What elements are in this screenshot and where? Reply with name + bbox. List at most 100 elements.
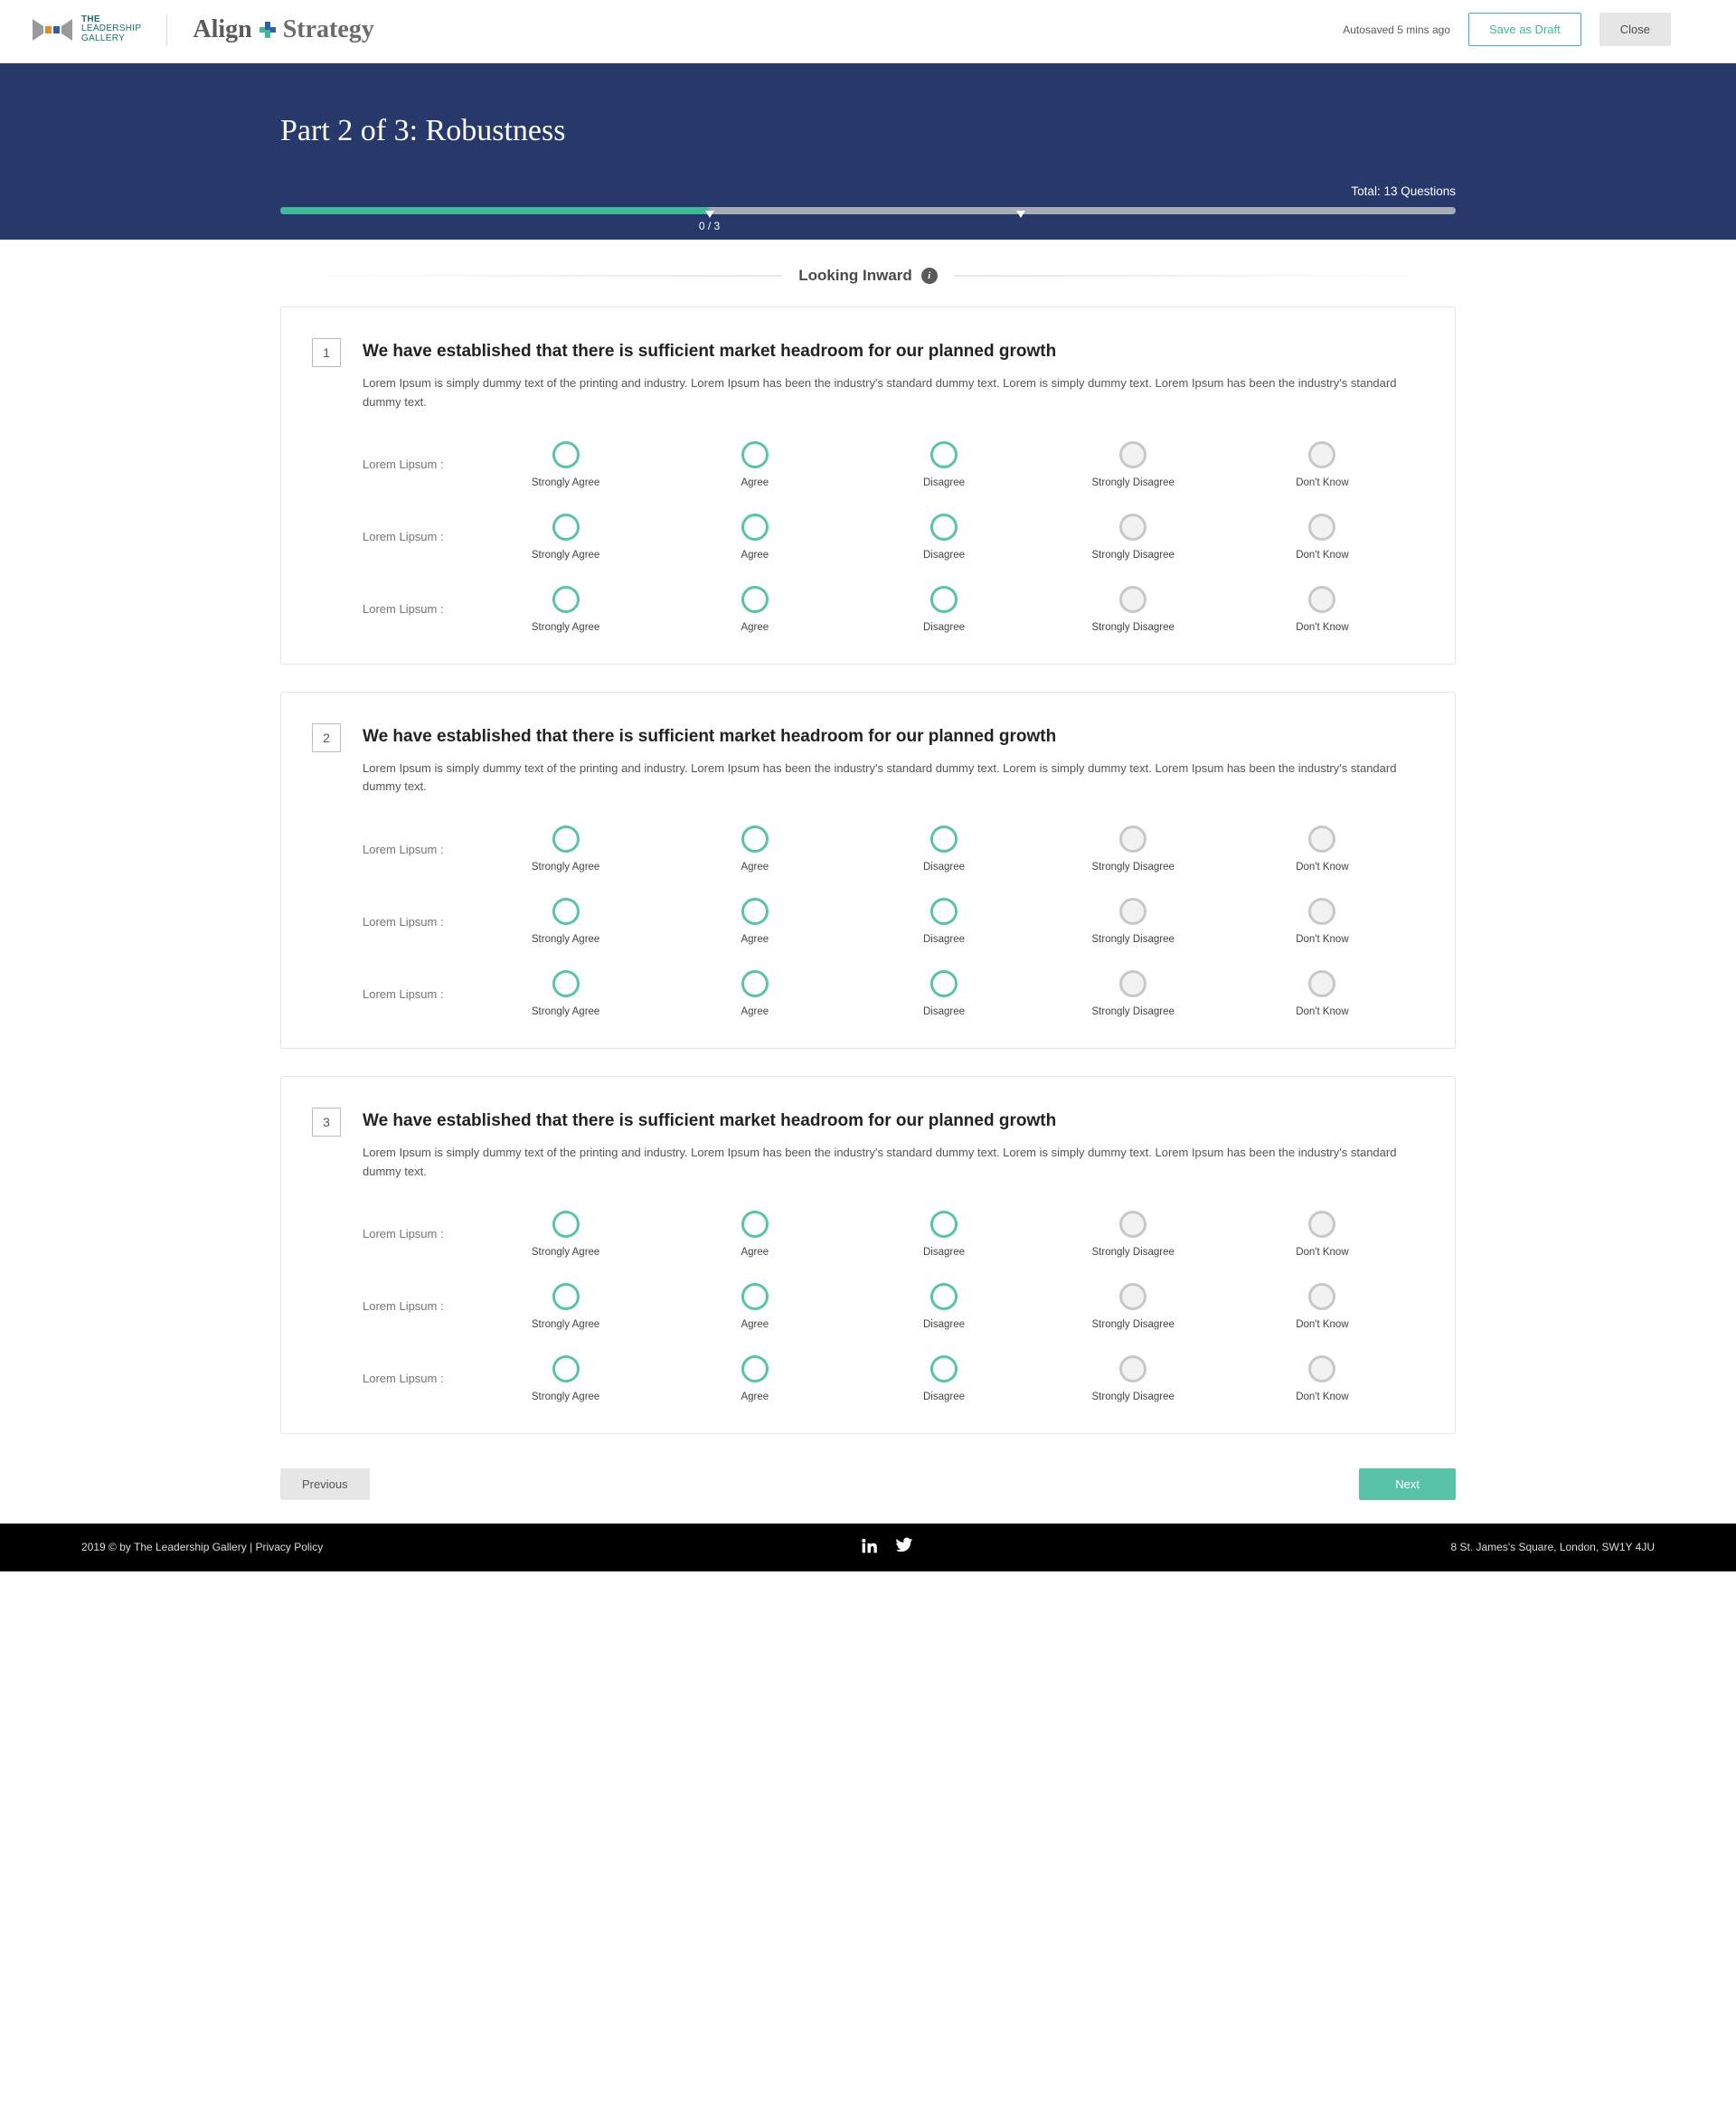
save-draft-button[interactable]: Save as Draft [1468, 13, 1581, 46]
question-card: 3We have established that there is suffi… [280, 1076, 1456, 1434]
radio-button[interactable] [552, 898, 580, 925]
radio-button[interactable] [930, 826, 958, 853]
option-label: Strongly Agree [471, 1247, 660, 1258]
radio-button[interactable] [1308, 514, 1335, 541]
radio-button[interactable] [1308, 1211, 1335, 1238]
progress-bar: 0 / 3 [280, 207, 1456, 214]
matrix-row: Lorem Lipsum :Strongly AgreeAgreeDisagre… [363, 586, 1417, 633]
option: Don't Know [1228, 586, 1417, 633]
radio-button[interactable] [1119, 441, 1146, 468]
top-bar: THE LEADERSHIP GALLERY Align Strategy Au… [0, 0, 1736, 63]
footer-social [861, 1536, 913, 1559]
option: Don't Know [1228, 1355, 1417, 1402]
radio-button[interactable] [930, 514, 958, 541]
radio-button[interactable] [741, 970, 769, 997]
radio-button[interactable] [741, 826, 769, 853]
section-label: Looking Inward [798, 267, 912, 285]
radio-button[interactable] [552, 586, 580, 613]
radio-button[interactable] [741, 898, 769, 925]
strategy-word: Strategy [283, 15, 374, 44]
radio-button[interactable] [552, 514, 580, 541]
radio-button[interactable] [1119, 586, 1146, 613]
radio-button[interactable] [552, 1283, 580, 1310]
radio-button[interactable] [552, 441, 580, 468]
footer-copyright: 2019 © by The Leadership Gallery [81, 1541, 247, 1553]
options-group: Strongly AgreeAgreeDisagreeStrongly Disa… [471, 441, 1417, 488]
row-label: Lorem Lipsum : [363, 602, 471, 616]
twitter-icon[interactable] [895, 1536, 913, 1559]
option: Don't Know [1228, 1283, 1417, 1330]
privacy-link[interactable]: Privacy Policy [256, 1541, 324, 1553]
options-group: Strongly AgreeAgreeDisagreeStrongly Disa… [471, 1283, 1417, 1330]
radio-button[interactable] [552, 826, 580, 853]
radio-button[interactable] [930, 586, 958, 613]
option-label: Don't Know [1228, 1392, 1417, 1402]
radio-button[interactable] [1119, 514, 1146, 541]
radio-button[interactable] [1308, 826, 1335, 853]
question-description: Lorem Ipsum is simply dummy text of the … [363, 760, 1417, 797]
option-label: Agree [660, 550, 849, 561]
radio-button[interactable] [1308, 1283, 1335, 1310]
option-label: Don't Know [1228, 862, 1417, 873]
radio-button[interactable] [1308, 1355, 1335, 1382]
option-label: Agree [660, 1392, 849, 1402]
logo-leadership-gallery[interactable]: THE LEADERSHIP GALLERY [33, 15, 141, 44]
option: Agree [660, 970, 849, 1017]
bottom-nav: Previous Next [262, 1461, 1474, 1524]
option-label: Disagree [849, 477, 1038, 488]
radio-button[interactable] [552, 970, 580, 997]
info-icon[interactable]: i [921, 268, 938, 284]
close-button[interactable]: Close [1599, 13, 1671, 46]
radio-button[interactable] [930, 898, 958, 925]
radio-button[interactable] [552, 1355, 580, 1382]
linkedin-icon[interactable] [861, 1536, 879, 1559]
option: Don't Know [1228, 970, 1417, 1017]
row-label: Lorem Lipsum : [363, 987, 471, 1001]
option-label: Strongly Disagree [1039, 1319, 1228, 1330]
radio-button[interactable] [1308, 441, 1335, 468]
option-label: Strongly Disagree [1039, 1392, 1228, 1402]
top-bar-right: Autosaved 5 mins ago Save as Draft Close [1343, 13, 1671, 46]
radio-button[interactable] [1308, 586, 1335, 613]
option-label: Agree [660, 934, 849, 945]
plus-icon [259, 22, 276, 38]
option-label: Strongly Agree [471, 477, 660, 488]
radio-button[interactable] [1119, 898, 1146, 925]
radio-button[interactable] [930, 1283, 958, 1310]
options-group: Strongly AgreeAgreeDisagreeStrongly Disa… [471, 898, 1417, 945]
previous-button[interactable]: Previous [280, 1468, 370, 1500]
radio-button[interactable] [741, 441, 769, 468]
row-label: Lorem Lipsum : [363, 1299, 471, 1313]
radio-button[interactable] [930, 1211, 958, 1238]
radio-button[interactable] [741, 1211, 769, 1238]
next-button[interactable]: Next [1359, 1468, 1456, 1500]
progress-total: Total: 13 Questions [280, 184, 1456, 198]
page-title: Part 2 of 3: Robustness [280, 114, 1456, 148]
radio-button[interactable] [1119, 970, 1146, 997]
radio-button[interactable] [1119, 1211, 1146, 1238]
radio-button[interactable] [741, 1283, 769, 1310]
question-number: 3 [312, 1108, 341, 1137]
option-label: Don't Know [1228, 477, 1417, 488]
option-label: Strongly Disagree [1039, 1006, 1228, 1017]
radio-button[interactable] [552, 1211, 580, 1238]
radio-button[interactable] [1119, 1355, 1146, 1382]
radio-button[interactable] [1308, 898, 1335, 925]
autosave-status: Autosaved 5 mins ago [1343, 24, 1450, 36]
radio-button[interactable] [741, 514, 769, 541]
radio-button[interactable] [741, 1355, 769, 1382]
question-description: Lorem Ipsum is simply dummy text of the … [363, 374, 1417, 412]
radio-button[interactable] [741, 586, 769, 613]
option: Strongly Disagree [1039, 826, 1228, 873]
option-label: Disagree [849, 550, 1038, 561]
option: Strongly Disagree [1039, 1211, 1228, 1258]
radio-button[interactable] [1119, 826, 1146, 853]
radio-button[interactable] [1308, 970, 1335, 997]
radio-button[interactable] [1119, 1283, 1146, 1310]
radio-button[interactable] [930, 441, 958, 468]
radio-button[interactable] [930, 1355, 958, 1382]
radio-button[interactable] [930, 970, 958, 997]
option: Agree [660, 898, 849, 945]
question-title: We have established that there is suffic… [363, 342, 1417, 362]
logo-align-strategy[interactable]: Align Strategy [193, 15, 373, 44]
